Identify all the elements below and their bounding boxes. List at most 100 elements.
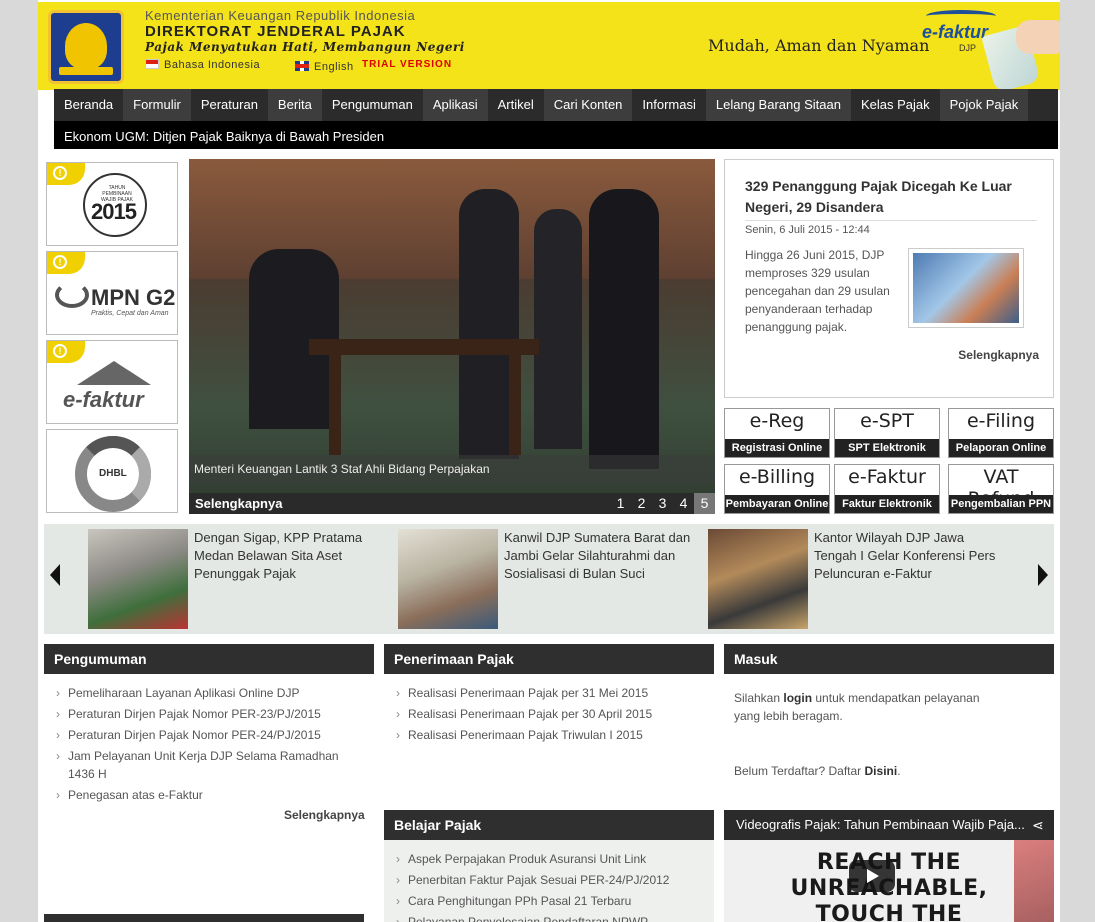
app-ereg[interactable]: e-Reg Registrasi Online [724,408,830,458]
slide-photo-desk-leg [329,355,341,455]
register-link[interactable]: Disini [865,764,898,778]
pengumuman-header: Pengumuman [44,644,374,674]
penerimaan-item[interactable]: Realisasi Penerimaan Pajak per 30 April … [394,705,704,723]
slide-caption[interactable]: Menteri Keuangan Lantik 3 Staf Ahli Bida… [189,455,715,485]
djp-logo[interactable] [48,10,124,84]
slide-pager: 1 2 3 4 5 [610,493,715,514]
nav-pengumuman[interactable]: Pengumuman [322,89,423,121]
nav-kelas-pajak[interactable]: Kelas Pajak [851,89,940,121]
carousel-next-icon[interactable] [1038,564,1048,586]
pengumuman-list: Pemeliharaan Layanan Aplikasi Online DJP… [54,684,358,807]
penerimaan-list: Realisasi Penerimaan Pajak per 31 Mei 20… [394,684,704,747]
carousel-title: Kantor Wilayah DJP Jawa Tengah I Gelar K… [814,530,996,581]
carousel-prev-icon[interactable] [50,564,60,586]
lang-indonesia[interactable]: Bahasa Indonesia [145,59,260,71]
logo-ribbon [59,67,113,75]
nav-berita[interactable]: Berita [267,89,322,121]
carousel-item[interactable]: Kanwil DJP Sumatera Barat dan Jambi Gela… [398,529,698,629]
pengumuman-item[interactable]: Pemeliharaan Layanan Aplikasi Online DJP [54,684,358,702]
nav-beranda[interactable]: Beranda [54,89,123,121]
app-efaktur[interactable]: e-Faktur Faktur Elektronik [834,464,940,514]
banner-mpn-g2[interactable]: ! MPN G2 Praktis, Cepat dan Aman [46,251,178,335]
video-title[interactable]: Videografis Pajak: Tahun Pembinaan Wajib… [724,810,1054,840]
app-desc: Registrasi Online [725,439,829,457]
news-title[interactable]: 329 Penanggung Pajak Dicegah Ke Luar Neg… [745,176,1037,221]
pengumuman-item[interactable]: Penegasan atas e-Faktur [54,786,358,804]
slide-photo-desk-leg [509,355,521,455]
app-efiling[interactable]: e-Filing Pelaporan Online [948,408,1054,458]
page: Kementerian Keuangan Republik Indonesia … [38,0,1060,922]
news-thumbnail[interactable] [908,248,1024,328]
slide-page-3[interactable]: 3 [652,493,673,514]
penerimaan-item[interactable]: Realisasi Penerimaan Pajak Triwulan I 20… [394,726,704,744]
nav-artikel[interactable]: Artikel [488,89,544,121]
efaktur-logo[interactable]: e-faktur [922,22,988,43]
info-icon: ! [53,344,67,358]
app-espt[interactable]: e-SPT SPT Elektronik [834,408,940,458]
info-icon: ! [53,166,67,180]
info-icon: ! [53,255,67,269]
penerimaan-header: Penerimaan Pajak [384,644,714,674]
slide-page-5[interactable]: 5 [694,493,715,514]
nav-lelang[interactable]: Lelang Barang Sitaan [705,89,851,121]
info-badge: ! [47,163,85,185]
pengumuman-item[interactable]: Jam Pelayanan Unit Kerja DJP Selama Rama… [54,747,358,783]
carousel-title: Dengan Sigap, KPP Pratama Medan Belawan … [194,530,363,581]
nav-pojok-pajak[interactable]: Pojok Pajak [939,89,1029,121]
carousel-title: Kanwil DJP Sumatera Barat dan Jambi Gela… [504,530,691,581]
pengumuman-more-link[interactable]: Selengkapnya [284,808,365,822]
nav-peraturan[interactable]: Peraturan [191,89,268,121]
app-desc: Faktur Elektronik [835,495,939,513]
belajar-item[interactable]: Pelayanan Penyelesaian Pendaftaran NPWP [394,913,704,922]
masuk-header: Masuk [724,644,1054,674]
belajar-item[interactable]: Aspek Perpajakan Produk Asuransi Unit Li… [394,850,704,868]
app-ebilling[interactable]: e-Billing Pembayaran Online [724,464,830,514]
carousel-item[interactable]: Dengan Sigap, KPP Pratama Medan Belawan … [88,529,388,629]
pengumuman-item[interactable]: Peraturan Dirjen Pajak Nomor PER-24/PJ/2… [54,726,358,744]
news-date: Senin, 6 Juli 2015 - 12:44 [745,224,870,236]
nav-informasi[interactable]: Informasi [632,89,705,121]
video-embed[interactable]: Videografis Pajak: Tahun Pembinaan Wajib… [724,810,1054,922]
info-badge: ! [47,252,85,274]
efaktur-djp-label: DJP [959,43,977,53]
banner-dhbl[interactable]: DHBL [46,429,178,513]
banner-efaktur[interactable]: ! e-faktur [46,340,178,424]
login-link[interactable]: login [783,691,812,705]
banner-tahun-pembinaan[interactable]: ! TAHUN PEMBINAAN WAJIB PAJAK 2015 [46,162,178,246]
tagline: Mudah, Aman dan Nyaman [708,36,930,55]
app-name: e-Filing [966,410,1036,432]
news-ticker[interactable]: Ekonom UGM: Ditjen Pajak Baiknya di Bawa… [54,121,1058,149]
lang-english[interactable]: English [295,61,354,73]
slogan: Pajak Menyatukan Hati, Membangun Negeri [145,40,465,54]
banner-year: 2015 [91,199,137,224]
app-desc: Pelaporan Online [949,439,1053,457]
slide-page-1[interactable]: 1 [610,493,631,514]
uk-flag-icon [295,61,309,71]
pengumuman-item[interactable]: Peraturan Dirjen Pajak Nomor PER-23/PJ/2… [54,705,358,723]
belajar-item[interactable]: Penerbitan Faktur Pajak Sesuai PER-24/PJ… [394,871,704,889]
register-text: Belum Terdaftar? Daftar Disini. [734,764,901,778]
belajar-item[interactable]: Cara Penghitungan PPh Pasal 21 Terbaru [394,892,704,910]
banner-mpn-tag: Praktis, Cepat dan Aman [91,310,169,317]
app-vat-refund[interactable]: VAT Refund Pengembalian PPN [948,464,1054,514]
slide-page-2[interactable]: 2 [631,493,652,514]
footer-panel-header [44,914,364,922]
share-icon[interactable]: ⋖ [1032,817,1048,833]
carousel-item[interactable]: Kantor Wilayah DJP Jawa Tengah I Gelar K… [708,529,1008,629]
penerimaan-item[interactable]: Realisasi Penerimaan Pajak per 31 Mei 20… [394,684,704,702]
nav-formulir[interactable]: Formulir [123,89,191,121]
news-body: Hingga 26 Juni 2015, DJP memproses 329 u… [745,248,890,334]
slide-page-4[interactable]: 4 [673,493,694,514]
play-icon[interactable] [849,860,895,892]
indonesia-flag-icon [145,59,159,69]
nav-aplikasi[interactable]: Aplikasi [422,89,488,121]
nav-cari-konten[interactable]: Cari Konten [543,89,633,121]
dirjen-name: DIREKTORAT JENDERAL PAJAK [145,23,406,40]
hand-illustration [1016,20,1060,54]
headline-slider[interactable]: Menteri Keuangan Lantik 3 Staf Ahli Bida… [189,159,715,514]
trial-version-label: TRIAL VERSION [362,59,453,70]
mpn-swoosh-icon [55,282,89,308]
news-more-link[interactable]: Selengkapnya [958,348,1039,362]
app-name: e-SPT [860,410,914,432]
banner-efaktur-name: e-faktur [63,387,144,412]
